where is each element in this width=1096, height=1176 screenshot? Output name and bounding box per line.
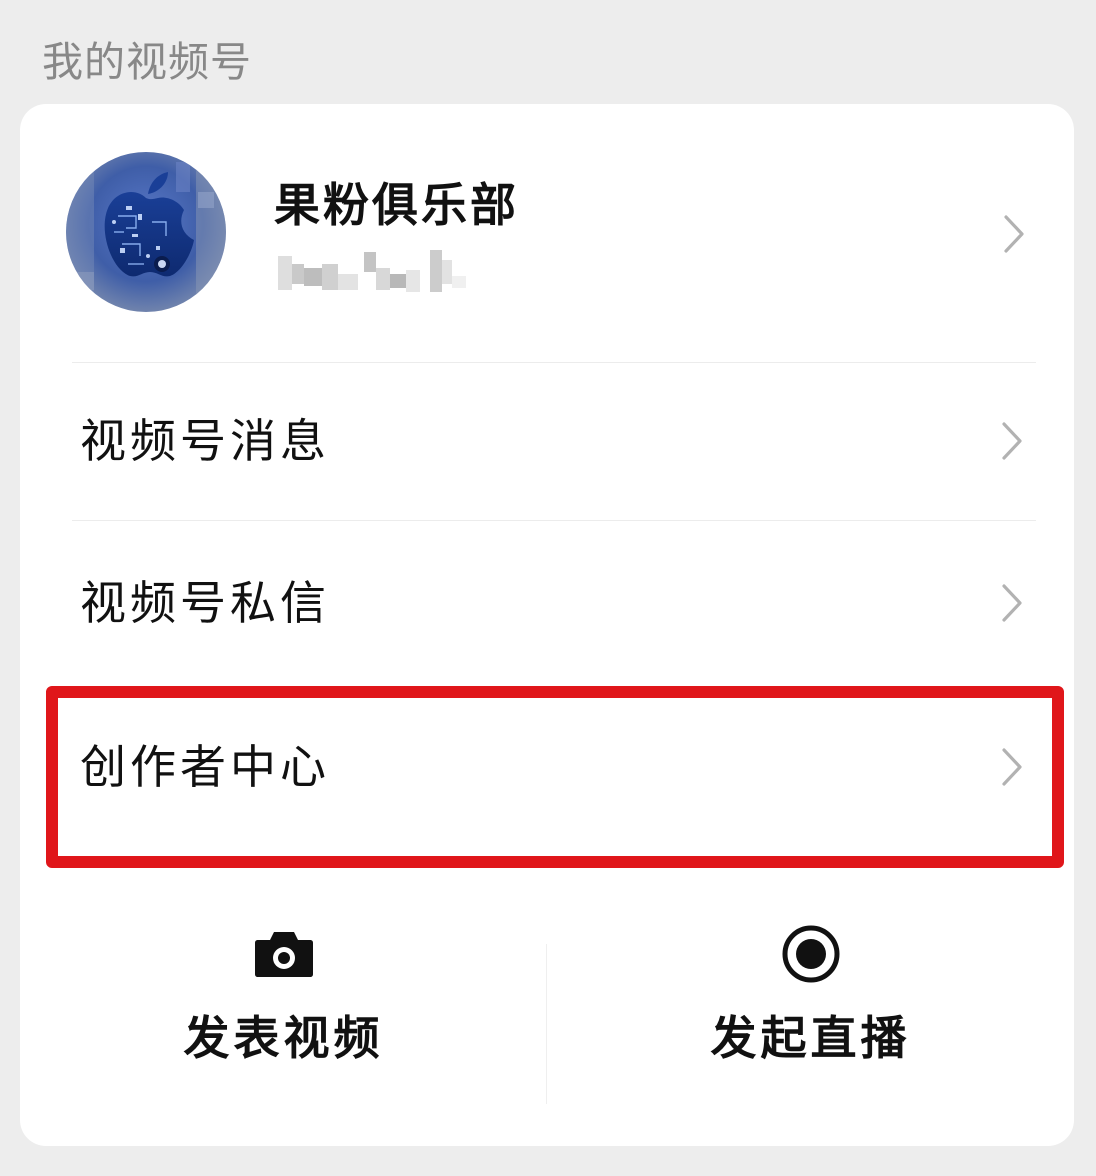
camera-icon	[254, 932, 313, 977]
profile-name: 果粉俱乐部	[274, 178, 519, 232]
section-title: 我的视频号	[42, 38, 252, 86]
chevron-right-icon	[1002, 422, 1022, 460]
action-row: 发表视频 发起直播	[20, 904, 1074, 1104]
start-live-label: 发起直播	[710, 1011, 911, 1065]
apple-circuit-avatar-icon	[66, 152, 226, 312]
start-live-button[interactable]: 发起直播	[547, 904, 1074, 1104]
menu-item-channel-private-messages[interactable]: 视频号私信	[20, 528, 1074, 678]
profile-row[interactable]: 果粉俱乐部	[20, 104, 1074, 362]
menu-item-label: 视频号私信	[80, 576, 330, 630]
divider	[72, 520, 1036, 521]
menu-item-label: 创作者中心	[80, 740, 330, 794]
menu-item-channel-messages[interactable]: 视频号消息	[20, 366, 1074, 516]
post-video-label: 发表视频	[183, 1011, 384, 1065]
chevron-right-icon	[1004, 215, 1024, 253]
avatar	[66, 152, 226, 312]
menu-item-label: 视频号消息	[80, 414, 330, 468]
chevron-right-icon	[1002, 748, 1022, 786]
profile-id-obscured	[278, 250, 474, 296]
menu-item-creator-center[interactable]: 创作者中心	[20, 692, 1074, 842]
post-video-button[interactable]: 发表视频	[20, 904, 547, 1104]
channels-card: 果粉俱乐部 视频号消息 视频号私信 创作者中心 发表视频 发起直播	[20, 104, 1074, 1146]
divider	[72, 362, 1036, 363]
record-icon	[782, 925, 839, 983]
chevron-right-icon	[1002, 584, 1022, 622]
